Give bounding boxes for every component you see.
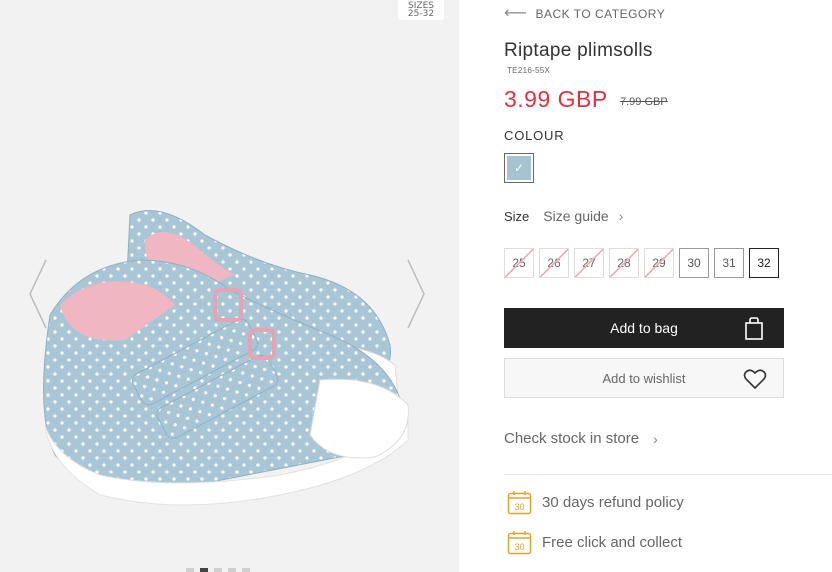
chevron-right-icon: ›	[618, 208, 624, 224]
size-guide-link[interactable]: Size guide ›	[543, 208, 623, 224]
sizes-badge: SIZES 25-32	[398, 0, 444, 20]
check-stock-label: Check stock in store	[504, 430, 640, 447]
gallery-dot[interactable]	[186, 568, 194, 572]
product-price: 3.99 GBP	[504, 86, 608, 112]
product-title: Riptape plimsolls	[504, 40, 653, 61]
check-stock-link[interactable]: Check stock in store ›	[504, 430, 658, 447]
size-label: Size	[504, 208, 530, 224]
size-option-28[interactable]: 28	[609, 248, 639, 278]
colour-label: COLOUR	[504, 128, 565, 143]
feature-refund-policy: 30 30 days refund policy	[507, 490, 684, 515]
product-image	[30, 195, 420, 525]
check-icon: ✓	[507, 156, 531, 180]
gallery-pagination	[186, 568, 250, 572]
back-label: BACK TO CATEGORY	[535, 7, 666, 21]
gallery-dot[interactable]	[242, 568, 250, 572]
size-options: 25 26 27 28 29 30 31 32	[504, 248, 779, 278]
add-to-wishlist-label: Add to wishlist	[602, 370, 686, 386]
shopping-bag-icon	[745, 317, 763, 340]
sizes-badge-line2: 25-32	[407, 9, 435, 19]
product-gallery: SIZES 25-32	[0, 0, 459, 572]
back-to-category-link[interactable]: ⟵ BACK TO CATEGORY	[504, 5, 666, 22]
size-option-26[interactable]: 26	[539, 248, 569, 278]
add-to-wishlist-button[interactable]: Add to wishlist	[504, 358, 784, 398]
size-guide-label: Size guide	[543, 208, 609, 224]
gallery-dot[interactable]	[214, 568, 222, 572]
svg-text:30: 30	[514, 502, 524, 512]
size-option-30[interactable]: 30	[679, 248, 709, 278]
colour-swatch-selected[interactable]: ✓	[504, 153, 534, 183]
chevron-right-icon: ›	[653, 430, 658, 447]
gallery-dot[interactable]	[228, 568, 236, 572]
calendar-icon: 30	[507, 491, 532, 515]
product-old-price: 7.99 GBP	[620, 96, 668, 108]
size-option-31[interactable]: 31	[714, 248, 744, 278]
product-sku: TE216-55X	[507, 66, 551, 75]
size-option-25[interactable]: 25	[504, 248, 534, 278]
divider	[504, 474, 832, 475]
add-to-bag-label: Add to bag	[610, 320, 678, 336]
gallery-prev-button[interactable]	[26, 258, 50, 330]
gallery-next-button[interactable]	[404, 258, 428, 330]
chevron-right-icon	[407, 259, 425, 329]
size-option-29[interactable]: 29	[644, 248, 674, 278]
heart-icon	[743, 369, 767, 390]
size-option-32[interactable]: 32	[749, 248, 779, 278]
size-option-27[interactable]: 27	[574, 248, 604, 278]
feature-label: Free click and collect	[542, 534, 683, 551]
calendar-icon: 30	[507, 531, 532, 555]
svg-text:30: 30	[514, 542, 524, 552]
gallery-dot-active[interactable]	[200, 568, 208, 572]
add-to-bag-button[interactable]: Add to bag	[504, 308, 784, 348]
size-row: Size Size guide ›	[504, 208, 623, 224]
feature-label: 30 days refund policy	[542, 494, 684, 511]
feature-click-collect: 30 Free click and collect	[507, 530, 682, 555]
arrow-left-icon: ⟵	[504, 5, 528, 22]
chevron-left-icon	[29, 259, 47, 329]
